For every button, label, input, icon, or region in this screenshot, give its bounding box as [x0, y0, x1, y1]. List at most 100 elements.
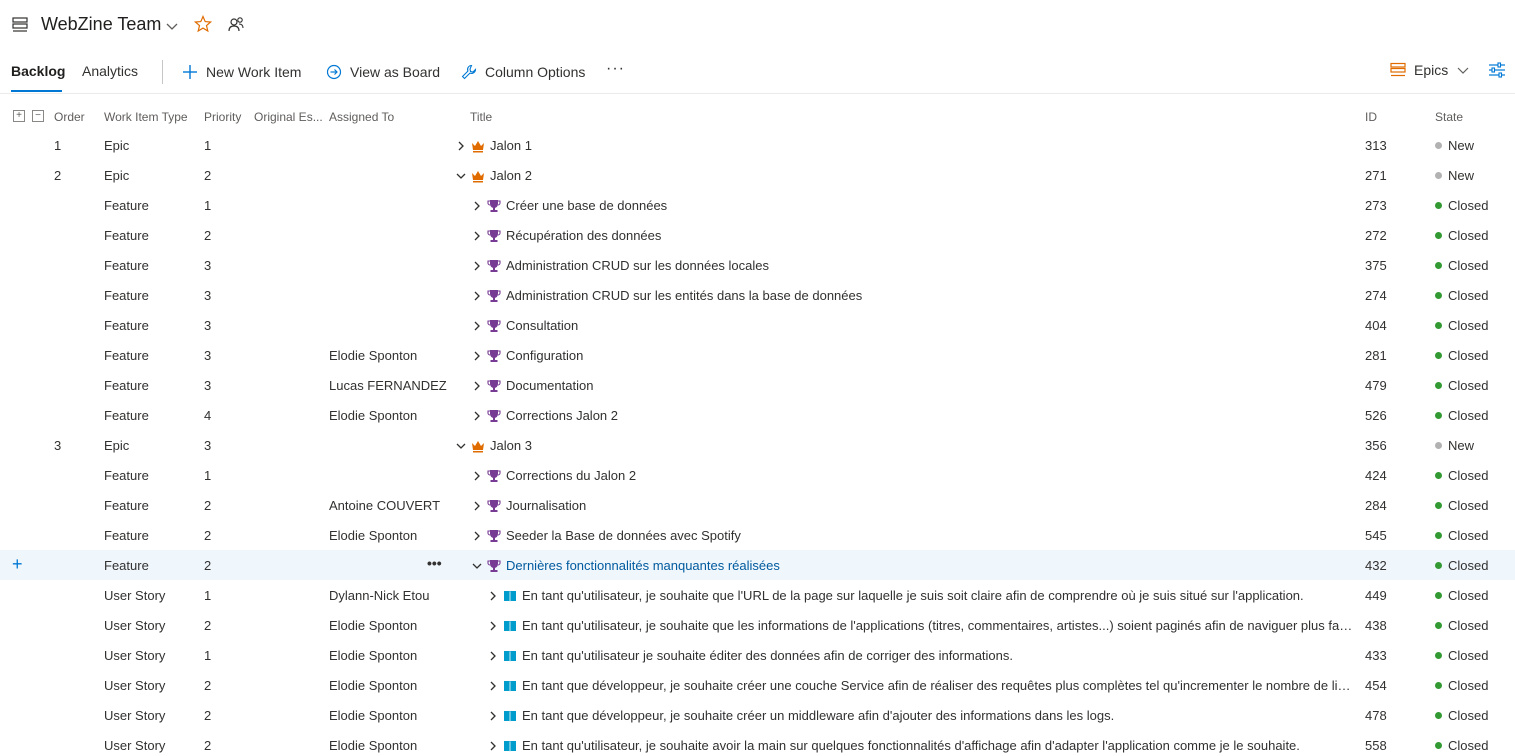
column-header-estimate[interactable]: Original Es... [254, 110, 323, 124]
filter-settings-icon[interactable] [1488, 61, 1506, 79]
row-more-actions-icon[interactable]: ••• [427, 555, 442, 571]
column-header-type[interactable]: Work Item Type [104, 110, 188, 124]
column-header-assigned[interactable]: Assigned To [329, 110, 394, 124]
work-item-title-link[interactable]: En tant que développeur, je souhaite cré… [522, 678, 1355, 693]
column-header-priority[interactable]: Priority [204, 110, 241, 124]
table-row[interactable]: Feature 2 Elodie Sponton Seeder la Base de … [0, 520, 1515, 550]
chevron-down-icon[interactable] [455, 170, 467, 182]
chevron-down-icon[interactable] [471, 560, 483, 572]
work-item-type-cell: Epic [104, 438, 130, 453]
chevron-down-icon[interactable] [455, 440, 467, 452]
work-item-title-link[interactable]: Jalon 1 [490, 138, 532, 153]
team-name[interactable]: WebZine Team [41, 14, 161, 35]
chevron-right-icon[interactable] [487, 620, 499, 632]
column-options-button[interactable]: Column Options [461, 62, 585, 82]
work-item-title-link[interactable]: Créer une base de données [506, 198, 667, 213]
priority-cell: 2 [204, 498, 212, 513]
chevron-right-icon[interactable] [455, 140, 467, 152]
work-item-title-link[interactable]: Configuration [506, 348, 583, 363]
id-cell: 273 [1365, 198, 1387, 213]
table-row[interactable]: User Story 2 Elodie Sponton En tant qu'util… [0, 730, 1515, 756]
work-item-title-link[interactable]: Consultation [506, 318, 578, 333]
priority-cell: 2 [204, 738, 212, 753]
chevron-right-icon[interactable] [471, 350, 483, 362]
view-as-board-button[interactable]: View as Board [326, 62, 440, 82]
chevron-right-icon[interactable] [471, 320, 483, 332]
chevron-right-icon[interactable] [487, 650, 499, 662]
work-item-title-link[interactable]: En tant qu'utilisateur, je souhaite que … [522, 618, 1355, 633]
chevron-right-icon[interactable] [471, 230, 483, 242]
work-item-type-cell: Feature [104, 498, 149, 513]
work-item-title-link[interactable]: Seeder la Base de données avec Spotify [506, 528, 741, 543]
table-row[interactable]: 2 Epic 2 Jalon 2 271 New [0, 160, 1515, 190]
add-child-icon[interactable]: + [12, 555, 23, 573]
chevron-right-icon[interactable] [487, 590, 499, 602]
chevron-right-icon[interactable] [471, 410, 483, 422]
backlog-level-picker[interactable]: Epics [1390, 62, 1478, 78]
work-item-title-link[interactable]: Journalisation [506, 498, 586, 513]
chevron-right-icon[interactable] [487, 710, 499, 722]
column-header-state[interactable]: State [1435, 110, 1463, 124]
work-item-title-link[interactable]: Dernières fonctionnalités manquantes réa… [506, 558, 780, 573]
table-row[interactable]: Feature 3 Elodie Sponton Configuration 281 Cl… [0, 340, 1515, 370]
work-item-title-link[interactable]: En tant qu'utilisateur, je souhaite que … [522, 588, 1304, 603]
table-row[interactable]: + ••• Feature 2 Dernières fonctionnalités ma… [0, 550, 1515, 580]
collapse-all-icon[interactable]: − [32, 110, 44, 122]
work-item-title-link[interactable]: Jalon 2 [490, 168, 532, 183]
work-item-title-link[interactable]: Corrections du Jalon 2 [506, 468, 636, 483]
people-icon[interactable] [227, 16, 245, 34]
work-item-title-link[interactable]: En tant qu'utilisateur, je souhaite avoi… [522, 738, 1300, 753]
chevron-right-icon[interactable] [471, 290, 483, 302]
table-row[interactable]: User Story 2 Elodie Sponton En tant qu'util… [0, 610, 1515, 640]
table-row[interactable]: Feature 1 Créer une base de données 273 Clos… [0, 190, 1515, 220]
table-row[interactable]: 1 Epic 1 Jalon 1 313 New [0, 130, 1515, 160]
table-row[interactable]: Feature 2 Récupération des données 272 Close… [0, 220, 1515, 250]
work-item-title-link[interactable]: Corrections Jalon 2 [506, 408, 618, 423]
table-row[interactable]: User Story 1 Dylann-Nick Etou En tant qu'ut… [0, 580, 1515, 610]
new-work-item-button[interactable]: New Work Item [182, 62, 301, 82]
chevron-right-icon[interactable] [471, 530, 483, 542]
star-icon[interactable] [194, 15, 212, 33]
chevron-right-icon[interactable] [487, 740, 499, 752]
work-item-title-link[interactable]: Jalon 3 [490, 438, 532, 453]
table-row[interactable]: User Story 2 Elodie Sponton En tant que dév… [0, 700, 1515, 730]
table-row[interactable]: User Story 1 Elodie Sponton En tant qu'util… [0, 640, 1515, 670]
tab-analytics[interactable]: Analytics [82, 63, 138, 91]
work-item-title-link[interactable]: Documentation [506, 378, 593, 393]
chevron-right-icon[interactable] [471, 200, 483, 212]
chevron-right-icon[interactable] [471, 470, 483, 482]
work-item-title-link[interactable]: Récupération des données [506, 228, 661, 243]
table-row[interactable]: Feature 2 Antoine COUVERT Journalisation 284… [0, 490, 1515, 520]
chevron-right-icon[interactable] [487, 680, 499, 692]
work-item-title-link[interactable]: En tant que développeur, je souhaite cré… [522, 708, 1114, 723]
chevron-right-icon[interactable] [471, 380, 483, 392]
table-row[interactable]: Feature 3 Administration CRUD sur les enti… [0, 280, 1515, 310]
state-cell: New [1435, 438, 1474, 453]
expand-all-icon[interactable]: + [13, 110, 25, 122]
title-cell: Seeder la Base de données avec Spotify [471, 528, 1355, 543]
work-item-title-link[interactable]: Administration CRUD sur les entités dans… [506, 288, 862, 303]
id-cell: 545 [1365, 528, 1387, 543]
tab-backlog[interactable]: Backlog [11, 63, 65, 91]
table-row[interactable]: Feature 3 Administration CRUD sur les donn… [0, 250, 1515, 280]
column-header-title[interactable]: Title [470, 110, 492, 124]
chevron-down-icon[interactable] [165, 19, 179, 33]
work-item-type-cell: Feature [104, 198, 149, 213]
work-item-title-link[interactable]: Administration CRUD sur les données loca… [506, 258, 769, 273]
column-header-id[interactable]: ID [1365, 110, 1377, 124]
table-row[interactable]: Feature 4 Elodie Sponton Corrections Jalon … [0, 400, 1515, 430]
chevron-right-icon[interactable] [471, 260, 483, 272]
table-row[interactable]: 3 Epic 3 Jalon 3 356 New [0, 430, 1515, 460]
table-row[interactable]: Feature 3 Consultation 404 Closed [0, 310, 1515, 340]
more-actions-button[interactable]: ··· [606, 60, 625, 78]
title-cell: Créer une base de données [471, 198, 1355, 213]
table-row[interactable]: User Story 2 Elodie Sponton En tant que dév… [0, 670, 1515, 700]
column-header-order[interactable]: Order [54, 110, 85, 124]
assigned-to-cell: Elodie Sponton [329, 648, 418, 663]
work-item-title-link[interactable]: En tant qu'utilisateur je souhaite édite… [522, 648, 1013, 663]
table-row[interactable]: Feature 3 Lucas FERNANDEZ Documentation 479 C… [0, 370, 1515, 400]
table-row[interactable]: Feature 1 Corrections du Jalon 2 424 Closed [0, 460, 1515, 490]
state-label: Closed [1448, 228, 1489, 243]
chevron-right-icon[interactable] [471, 500, 483, 512]
id-cell: 274 [1365, 288, 1387, 303]
